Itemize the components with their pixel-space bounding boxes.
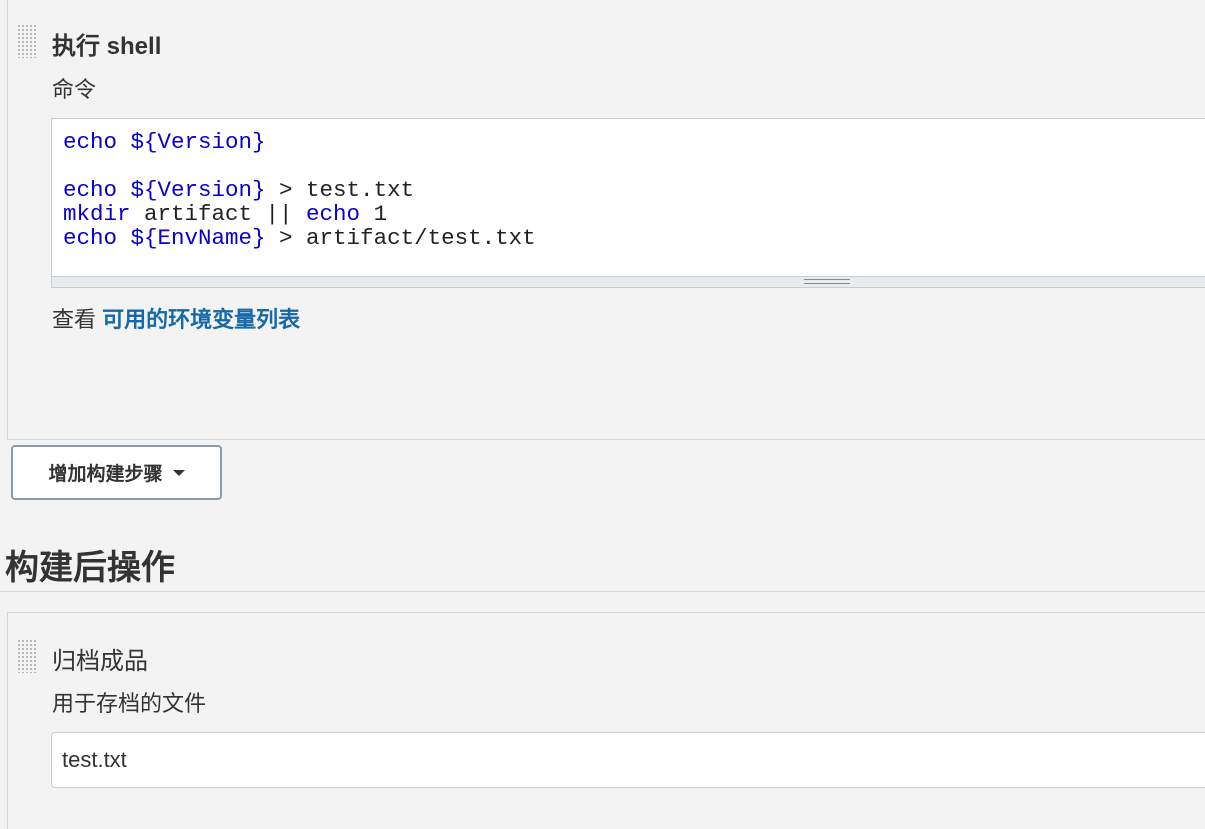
- command-code[interactable]: echo ${Version} echo ${Version} > test.t…: [63, 130, 536, 250]
- command-label: 命令: [52, 77, 97, 102]
- code-keyword: mkdir: [63, 201, 131, 227]
- build-step-title: 执行 shell: [52, 33, 162, 60]
- code-keyword: echo ${Version}: [63, 129, 266, 155]
- files-to-archive-input[interactable]: [51, 732, 1205, 788]
- editor-resize-bar[interactable]: [52, 276, 1205, 287]
- post-build-section-title: 构建后操作: [5, 549, 175, 587]
- code-text: 1: [360, 201, 388, 227]
- code-line: mkdir artifact || echo 1: [63, 202, 536, 226]
- code-line: echo ${Version}: [63, 130, 536, 154]
- code-line: echo ${Version} > test.txt: [63, 178, 536, 202]
- help-prefix: 查看: [52, 307, 97, 332]
- env-vars-link[interactable]: 可用的环境变量列表: [102, 307, 300, 332]
- env-vars-help: 查看 可用的环境变量列表: [52, 302, 300, 334]
- add-build-step-label: 增加构建步骤: [48, 464, 163, 485]
- jenkins-config-page: 执行 shell 命令 echo ${Version} echo ${Versi…: [0, 0, 1205, 829]
- archive-step-title: 归档成品: [52, 648, 148, 675]
- resize-grip-icon[interactable]: [804, 279, 850, 284]
- code-text: > artifact/test.txt: [265, 225, 536, 251]
- command-editor[interactable]: echo ${Version} echo ${Version} > test.t…: [51, 118, 1205, 288]
- code-keyword: echo ${Version}: [63, 177, 266, 203]
- code-line: echo ${EnvName} > artifact/test.txt: [63, 226, 536, 250]
- drag-handle-icon[interactable]: [17, 24, 37, 58]
- code-keyword: echo: [306, 201, 361, 227]
- section-divider: [0, 591, 1205, 592]
- files-to-archive-label: 用于存档的文件: [52, 691, 207, 716]
- post-build-panel: [7, 612, 1205, 829]
- code-keyword: echo ${EnvName}: [63, 225, 266, 251]
- caret-down-icon: [172, 469, 185, 476]
- drag-handle-icon[interactable]: [17, 639, 37, 673]
- code-text: artifact ||: [130, 201, 307, 227]
- add-build-step-button[interactable]: 增加构建步骤: [11, 445, 222, 500]
- code-text: > test.txt: [265, 177, 415, 203]
